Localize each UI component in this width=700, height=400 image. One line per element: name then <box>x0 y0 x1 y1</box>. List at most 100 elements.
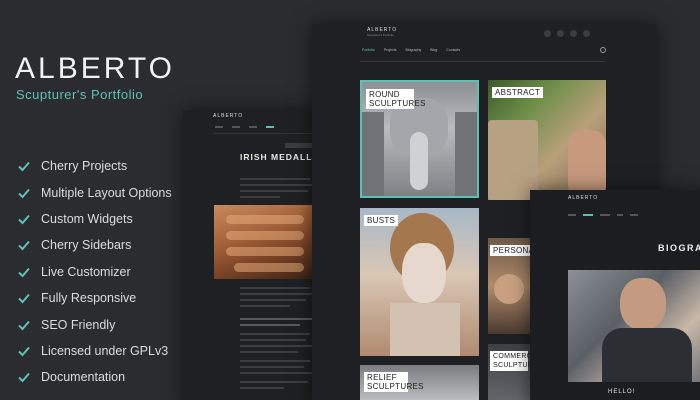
feature-item: Cherry Projects <box>17 153 172 179</box>
check-icon <box>17 370 31 384</box>
text-line <box>240 178 310 180</box>
feature-label: Cherry Sidebars <box>41 238 132 253</box>
google-plus-icon[interactable] <box>570 30 577 37</box>
nav-portfolio[interactable]: Portfolio <box>362 48 375 52</box>
text-line <box>240 339 306 341</box>
feature-label: Live Customizer <box>41 264 131 279</box>
feature-label: Documentation <box>41 370 126 385</box>
feature-item: Licensed under GPLv3 <box>17 338 172 364</box>
image-detail <box>226 231 304 240</box>
nav-placeholder <box>600 214 610 216</box>
tile-relief[interactable]: RELIEF SCULPTURES <box>360 365 479 400</box>
image-detail <box>226 215 304 224</box>
tile-abstract[interactable]: ABSTRACT <box>488 80 606 200</box>
text-line <box>240 345 312 347</box>
brand-title: ALBERTO <box>15 52 175 85</box>
tile-label: RELIEF SCULPTURES <box>364 372 423 392</box>
nav-placeholder <box>232 126 240 128</box>
tile-round-sculptures[interactable]: ROUND SCULPTURES <box>360 80 479 198</box>
image-detail <box>226 247 304 256</box>
feature-item: Multiple Layout Options <box>17 179 172 205</box>
check-icon <box>17 238 31 252</box>
post-tag <box>285 143 313 148</box>
check-icon <box>17 159 31 173</box>
nav-placeholder <box>568 214 576 216</box>
feature-label: Cherry Projects <box>41 159 128 174</box>
feature-label: Multiple Layout Options <box>41 185 172 200</box>
bust-chest <box>390 303 460 356</box>
subheading-line <box>240 324 300 326</box>
feature-item: Fully Responsive <box>17 285 172 311</box>
feature-label: Licensed under GPLv3 <box>41 343 169 358</box>
portrait-shirt <box>602 328 692 382</box>
facebook-icon[interactable] <box>544 30 551 37</box>
text-line <box>240 305 290 307</box>
feature-item: SEO Friendly <box>17 311 172 337</box>
blog-logo: ALBERTO <box>213 113 244 119</box>
nav-contacts[interactable]: Contacts <box>446 48 460 52</box>
text-line <box>240 287 310 289</box>
nav-placeholder-active <box>583 214 593 216</box>
text-line <box>240 366 304 368</box>
feature-label: Custom Widgets <box>41 211 133 226</box>
image-detail <box>234 263 304 272</box>
nav-blog[interactable]: Blog <box>430 48 437 52</box>
subheading-line <box>240 318 312 320</box>
text-line <box>240 360 310 362</box>
portfolio-logo: ALBERTO Scupturer's Portfolio <box>367 27 397 37</box>
feature-item: Cherry Sidebars <box>17 232 172 258</box>
feature-item: Custom Widgets <box>17 206 172 232</box>
portrait-face <box>620 278 666 330</box>
search-icon[interactable] <box>600 47 606 53</box>
bio-logo: ALBERTO <box>568 195 599 201</box>
feature-label: SEO Friendly <box>41 317 116 332</box>
blog-nav <box>215 126 274 128</box>
twitter-icon[interactable] <box>557 30 564 37</box>
tile-commercial[interactable]: COMMERCIAL SCULPTURES <box>488 344 530 400</box>
nav-placeholder <box>617 214 623 216</box>
tile-busts[interactable]: BUSTS <box>360 208 479 356</box>
feature-item: Documentation <box>17 364 172 390</box>
sculpture-column <box>455 112 477 196</box>
feature-item: Live Customizer <box>17 259 172 285</box>
text-line <box>240 293 312 295</box>
check-icon <box>17 291 31 305</box>
nav-biography[interactable]: Biography <box>406 48 422 52</box>
feature-label: Fully Responsive <box>41 291 137 306</box>
tile-personal[interactable]: PERSONAL <box>488 238 530 334</box>
check-icon <box>17 265 31 279</box>
bio-title: BIOGRAPH <box>658 243 700 253</box>
feature-list: Cherry Projects Multiple Layout Options … <box>17 153 172 391</box>
tile-label: ABSTRACT <box>492 87 544 98</box>
brand-subtitle: Scupturer's Portfolio <box>16 87 144 102</box>
stone-block <box>488 120 538 200</box>
sculpture-column <box>362 112 384 196</box>
check-icon <box>17 212 31 226</box>
text-line <box>240 190 308 192</box>
divider <box>360 61 605 62</box>
bust-face <box>402 243 446 303</box>
text-line <box>240 299 306 301</box>
check-icon <box>17 344 31 358</box>
text-line <box>240 381 308 383</box>
text-line <box>240 387 284 389</box>
nav-placeholder <box>215 126 223 128</box>
logo-tagline: Scupturer's Portfolio <box>367 33 394 37</box>
check-icon <box>17 318 31 332</box>
tile-label: ROUND SCULPTURES <box>366 89 425 109</box>
bio-photo <box>568 270 700 382</box>
tile-label: PERSONAL <box>490 245 530 256</box>
check-icon <box>17 186 31 200</box>
divider <box>213 133 313 134</box>
text-line <box>240 196 280 198</box>
bio-nav <box>568 214 638 216</box>
nav-placeholder-active <box>266 126 274 128</box>
sculpture-trunk <box>410 132 428 190</box>
rss-icon[interactable] <box>583 30 590 37</box>
text-line <box>240 333 310 335</box>
figure-head <box>494 274 524 304</box>
nav-placeholder <box>630 214 638 216</box>
portfolio-nav: Portfolio Projects Biography Blog Contac… <box>362 48 460 52</box>
nav-projects[interactable]: Projects <box>384 48 397 52</box>
bio-greeting: HELLO! <box>608 389 636 395</box>
